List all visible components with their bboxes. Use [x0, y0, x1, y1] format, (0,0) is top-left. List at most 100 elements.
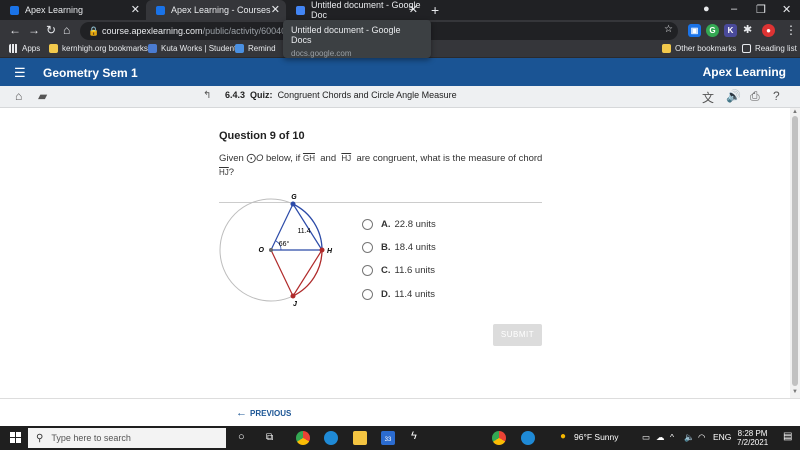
sun-icon: ●	[560, 431, 567, 442]
cortana-icon[interactable]: ○	[238, 431, 245, 443]
segment-label: 11.4	[297, 228, 310, 235]
bookmark-kernhigh[interactable]: kernhigh.org bookmarks	[49, 44, 148, 53]
bookmark-star-icon[interactable]: ☆	[664, 24, 673, 35]
edge-icon[interactable]	[324, 431, 338, 445]
tab-google-doc[interactable]: Untitled document - Google Doc ✕	[286, 0, 424, 20]
mail-icon[interactable]: 33	[381, 431, 395, 445]
restore-icon[interactable]: ❐	[756, 3, 766, 16]
home-icon[interactable]: ⌂	[63, 23, 70, 37]
scroll-down-icon[interactable]: ▼	[792, 389, 798, 395]
choice-b[interactable]: B. 18.4 units	[362, 239, 436, 255]
print-icon[interactable]: ⎙	[750, 89, 760, 104]
clock-date: 7/2/2021	[737, 438, 769, 447]
kebab-menu-icon[interactable]: ⋮	[785, 23, 797, 37]
reload-icon[interactable]: ↻	[46, 23, 56, 37]
wifi-icon[interactable]: ◠	[698, 432, 705, 443]
close-window-icon[interactable]: ✕	[782, 3, 791, 16]
taskbar-search-input[interactable]: ⚲ Type here to search	[28, 428, 226, 448]
bookmark-remind[interactable]: Remind	[235, 44, 276, 53]
battery-icon[interactable]: ▭	[642, 432, 650, 443]
previous-button[interactable]: ← PREVIOUS	[236, 407, 291, 419]
briefcase-icon[interactable]: ▰	[38, 89, 47, 103]
reading-list-icon	[742, 44, 751, 53]
remind-icon	[235, 44, 244, 53]
radio-button[interactable]	[362, 264, 373, 276]
radio-button[interactable]	[362, 241, 373, 253]
task-view-icon[interactable]: ⧉	[266, 432, 273, 443]
notifications-icon[interactable]: ▤	[783, 431, 792, 442]
choice-letter: D.	[381, 288, 391, 300]
minimize-icon[interactable]: –	[731, 3, 737, 15]
bookmark-kuta[interactable]: Kuta Works | Student	[148, 44, 236, 53]
browser-tab-strip: Apex Learning ✕ Apex Learning - Courses …	[0, 0, 800, 20]
music-app-icon[interactable]: ϟ	[411, 430, 417, 442]
apex-favicon-icon	[156, 5, 165, 15]
scroll-up-icon[interactable]: ▲	[792, 109, 798, 115]
weather-text[interactable]: 96°F Sunny	[574, 432, 619, 442]
grammarly-icon[interactable]: G	[706, 24, 719, 37]
forward-icon[interactable]: →	[28, 23, 40, 37]
point-o	[269, 248, 273, 252]
page-scrollbar[interactable]: ▲ ▼	[790, 108, 800, 398]
activity-type: Quiz:	[250, 90, 273, 100]
label-o: O	[259, 247, 265, 254]
profile-dot-icon[interactable]: ●	[703, 3, 710, 15]
arrow-left-icon: ←	[236, 407, 247, 419]
qt-part: and	[320, 153, 337, 164]
tab-title: Untitled document - Google Doc	[311, 0, 421, 20]
hamburger-menu-icon[interactable]: ☰	[14, 65, 26, 81]
k-extension-icon[interactable]: K	[724, 24, 737, 37]
tab-hover-tooltip: Untitled document - Google Docs docs.goo…	[283, 20, 431, 58]
scroll-thumb[interactable]	[792, 116, 798, 386]
circle-symbol: ⨀	[246, 153, 256, 164]
tab-apex-courses[interactable]: Apex Learning - Courses ✕	[146, 0, 286, 20]
home-icon[interactable]: ⌂	[15, 89, 22, 103]
chord-gh: GH	[302, 154, 315, 163]
windows-start-icon[interactable]	[10, 432, 21, 443]
language-indicator[interactable]: ENG	[713, 432, 731, 442]
tab-apex-learning[interactable]: Apex Learning ✕	[0, 0, 146, 20]
translate-icon[interactable]: 文	[702, 89, 714, 106]
close-tab-icon[interactable]: ✕	[409, 3, 418, 16]
text-to-speech-icon[interactable]: 🔊	[726, 89, 741, 103]
activity-name: Congruent Chords and Circle Angle Measur…	[277, 90, 457, 100]
chord-gh-line	[292, 203, 323, 251]
avatar[interactable]: ●	[762, 24, 775, 37]
qt-part: Given	[219, 153, 244, 164]
close-tab-icon[interactable]: ✕	[271, 3, 280, 16]
chrome-profile-icon[interactable]	[492, 431, 506, 445]
volume-icon[interactable]: 🔈	[684, 432, 695, 443]
extension-icon[interactable]: ▣	[688, 24, 701, 37]
chord-asked: HJ	[219, 168, 229, 177]
radio-button[interactable]	[362, 218, 373, 230]
return-arrow-icon[interactable]: ↰	[203, 90, 211, 101]
point-h	[319, 247, 325, 253]
radio-button[interactable]	[362, 288, 373, 300]
choice-a[interactable]: A. 22.8 units	[362, 216, 436, 232]
clock[interactable]: 8:28 PM 7/2/2021	[737, 429, 768, 447]
choice-d[interactable]: D. 11.4 units	[362, 286, 435, 302]
choice-c[interactable]: C. 11.6 units	[362, 262, 435, 278]
back-icon[interactable]: ←	[9, 23, 21, 37]
puzzle-extensions-icon[interactable]: ✱	[743, 23, 752, 36]
tray-cloud-icon[interactable]: ☁	[656, 432, 665, 443]
bookmark-reading-list[interactable]: Reading list	[742, 44, 797, 53]
bookmark-label: Apps	[22, 44, 41, 53]
show-hidden-icons[interactable]: ^	[670, 432, 674, 442]
chrome-icon[interactable]	[296, 431, 310, 445]
bookmark-apps[interactable]: Apps	[9, 44, 40, 53]
file-explorer-icon[interactable]	[353, 431, 367, 445]
new-tab-icon[interactable]: +	[431, 2, 439, 18]
course-header: ☰ Geometry Sem 1 Apex Learning	[0, 58, 800, 86]
label-h: H	[327, 248, 333, 255]
close-tab-icon[interactable]: ✕	[131, 3, 140, 16]
choice-letter: A.	[381, 218, 391, 230]
apex-learning-logo: Apex Learning	[702, 65, 786, 79]
help-icon[interactable]: ?	[773, 89, 780, 103]
question-text: Given ⨀O below, if GH and HJ are congrue…	[219, 152, 549, 180]
edge-pinned-icon[interactable]	[521, 431, 535, 445]
submit-button[interactable]: SUBMIT	[493, 324, 542, 346]
question-content: Question 9 of 10 Given ⨀O below, if GH a…	[0, 108, 790, 398]
bookmark-other[interactable]: Other bookmarks	[662, 44, 736, 53]
bookmark-label: Other bookmarks	[675, 44, 737, 53]
